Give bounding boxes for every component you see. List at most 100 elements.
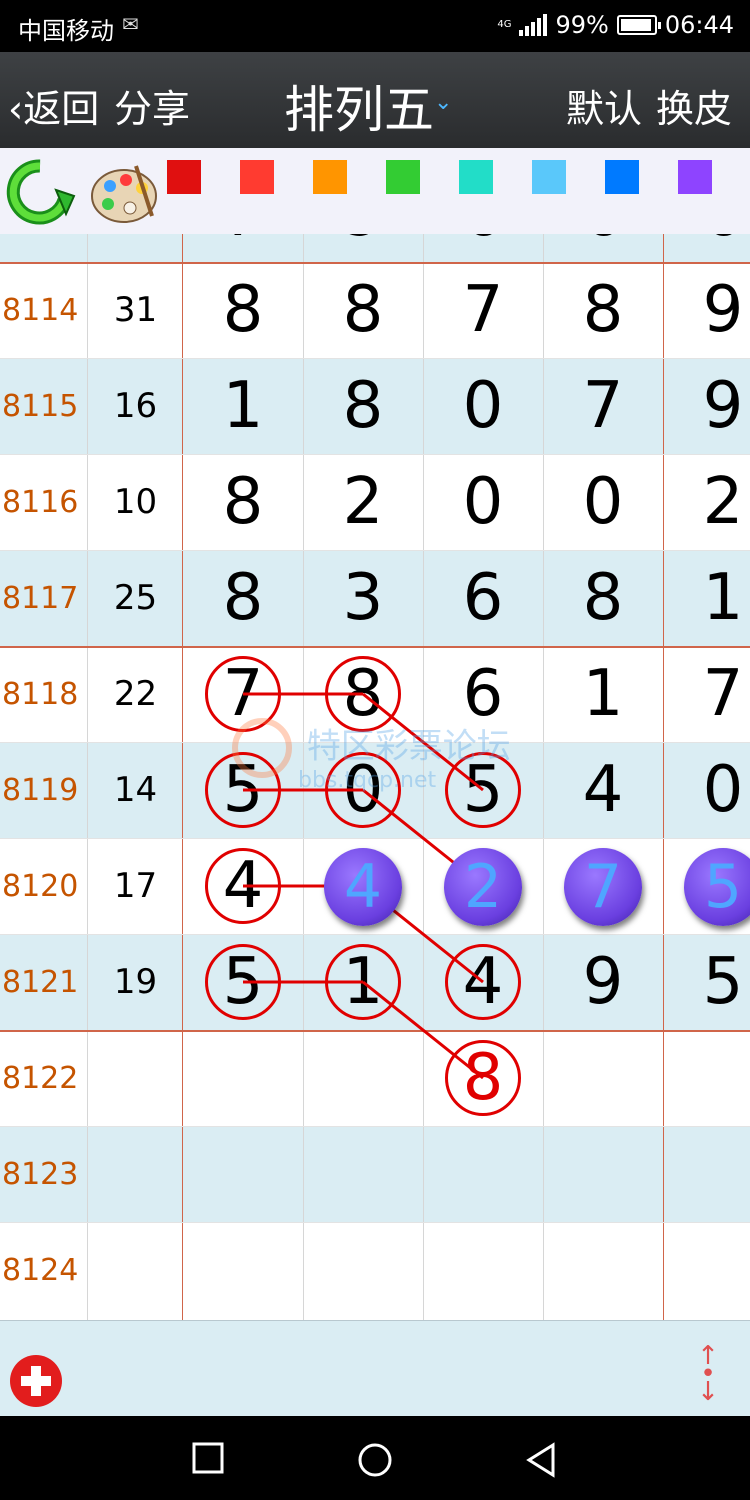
chevron-left-icon: ‹ — [8, 87, 24, 131]
digit-cell: 8 — [582, 561, 624, 635]
swatch-teal[interactable] — [459, 160, 493, 194]
recent-apps-icon[interactable] — [192, 1442, 224, 1476]
expand-collapse-icon[interactable]: ↑ • ↓ — [686, 1343, 730, 1407]
digit-cell: 2 — [342, 465, 384, 539]
digit-cell: 2 — [702, 465, 744, 539]
digit-cell: 7 — [582, 369, 624, 443]
digit-cell: 8 — [222, 561, 264, 635]
grid-line — [303, 234, 304, 1320]
table-row: 8115 16 1 8 0 7 9 — [0, 358, 750, 454]
digit-cell: 0 — [462, 465, 504, 539]
grid-line — [0, 838, 750, 839]
swatch-blue[interactable] — [605, 160, 639, 194]
sum-value: 17 — [113, 866, 158, 906]
group-divider — [0, 1030, 750, 1032]
grid-line — [0, 550, 750, 551]
grid-line — [543, 234, 544, 1320]
system-nav-bar — [0, 1416, 750, 1500]
sum-value: 31 — [113, 290, 158, 330]
table-row: 8117 25 8 3 6 8 1 — [0, 550, 750, 646]
battery-icon — [616, 15, 661, 35]
grid-line — [663, 234, 664, 1320]
issue-number: 8122 — [2, 1060, 79, 1096]
digit-cell: 4 — [582, 753, 624, 827]
status-bar: 中国移动 ✉ 4G 99% 06:44 — [0, 0, 750, 52]
digit-cell: 6 — [663, 234, 750, 262]
grid-line — [0, 1222, 750, 1223]
sum-value: 25 — [113, 578, 158, 618]
group-divider — [0, 646, 750, 648]
digit-cell: 5 — [222, 945, 264, 1019]
battery-percent: 99% — [555, 11, 609, 39]
sum-value: 16 — [113, 386, 158, 426]
lottery-title-dropdown[interactable]: 排列五⌄ — [284, 70, 452, 142]
swatch-light-blue[interactable] — [532, 160, 566, 194]
digit-cell: 8 — [342, 369, 384, 443]
digit-cell: 1 — [222, 369, 264, 443]
issue-number: 8117 — [2, 580, 79, 616]
table-row-empty[interactable]: 8123 — [0, 1126, 750, 1222]
sum-value: 19 — [113, 962, 158, 1002]
draw-history-table[interactable]: 7 9 6 6 6 8114 31 8 8 7 8 9 8115 16 1 8 … — [0, 234, 750, 1320]
swatch-orange[interactable] — [313, 160, 347, 194]
home-icon[interactable] — [357, 1442, 393, 1478]
table-row: 8116 10 8 2 0 0 2 — [0, 454, 750, 550]
refresh-icon[interactable] — [4, 156, 76, 228]
issue-number: 8124 — [2, 1252, 79, 1288]
swatch-purple[interactable] — [678, 160, 712, 194]
issue-number: 8120 — [2, 868, 79, 904]
digit-cell: 7 — [702, 657, 744, 731]
table-row-partial: 7 9 6 6 6 — [0, 234, 750, 262]
back-label: 返回 — [23, 87, 100, 131]
digit-cell: 6 — [543, 234, 663, 262]
digit-cell: 3 — [342, 561, 384, 635]
issue-number: 8114 — [2, 292, 79, 328]
digit-cell: 9 — [303, 234, 423, 262]
issue-number: 8115 — [2, 388, 79, 424]
digit-cell: 0 — [462, 369, 504, 443]
digit-cell: 6 — [462, 657, 504, 731]
grid-line — [0, 742, 750, 743]
issue-number: 8118 — [2, 676, 79, 712]
change-skin-button[interactable]: 换皮 — [656, 78, 732, 133]
digit-cell: 7 — [183, 234, 303, 262]
grid-line — [0, 1126, 750, 1127]
grid-line — [0, 358, 750, 359]
digit-cell: 4 — [462, 945, 504, 1019]
clock: 06:44 — [664, 11, 734, 39]
share-button[interactable]: 分享 — [114, 78, 190, 133]
network-type: 4G — [497, 19, 512, 30]
swatch-red[interactable] — [240, 160, 274, 194]
swatch-green[interactable] — [386, 160, 420, 194]
grid-line — [0, 454, 750, 455]
grid-line — [182, 234, 183, 1320]
digit-cell: 0 — [702, 753, 744, 827]
add-icon[interactable] — [10, 1355, 62, 1407]
swatch-dark-red[interactable] — [167, 160, 201, 194]
palette-icon[interactable] — [86, 156, 158, 228]
chevron-down-icon: ⌄ — [434, 90, 453, 115]
digit-cell: 5 — [462, 753, 504, 827]
digit-cell: 0 — [582, 465, 624, 539]
digit-cell: 9 — [702, 369, 744, 443]
table-row: 8119 14 5 0 5 4 0 — [0, 742, 750, 838]
digit-cell: 8 — [222, 273, 264, 347]
default-button[interactable]: 默认 — [566, 78, 642, 133]
digit-cell: 8 — [342, 657, 384, 731]
table-row-empty[interactable]: 8122 8 — [0, 1030, 750, 1126]
table-row-empty[interactable]: 8124 — [0, 1222, 750, 1318]
issue-number: 8116 — [2, 484, 79, 520]
table-row: 8118 22 7 8 6 1 7 — [0, 646, 750, 742]
table-row: 8120 17 4 — [0, 838, 750, 934]
digit-cell: 9 — [582, 945, 624, 1019]
bottom-toolbar: ↑ • ↓ — [0, 1320, 750, 1416]
table-row: 8121 19 5 1 4 9 5 — [0, 934, 750, 1030]
back-button[interactable]: ‹返回 — [8, 78, 99, 133]
digit-cell: 8 — [222, 465, 264, 539]
predicted-digit: 8 — [462, 1041, 504, 1115]
issue-number: 8119 — [2, 772, 79, 808]
sum-value: 10 — [113, 482, 158, 522]
back-nav-icon[interactable] — [525, 1442, 557, 1478]
digit-cell: 6 — [423, 234, 543, 262]
status-right: 4G 99% 06:44 — [497, 11, 734, 39]
